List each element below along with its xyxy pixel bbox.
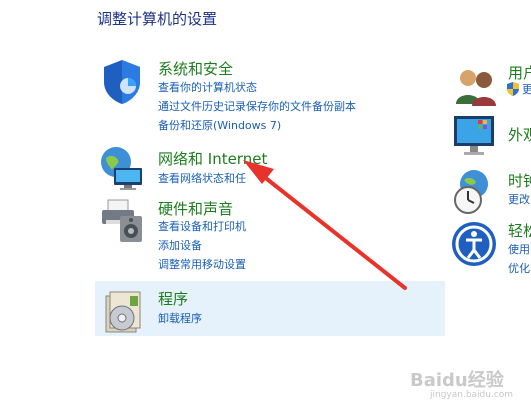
link-mobility-settings[interactable]: 调整常用移动设置 xyxy=(158,255,246,274)
right-link-user[interactable]: 更 xyxy=(522,80,531,99)
network-globe-icon xyxy=(101,147,142,190)
watermark-logo: Baidu经验 xyxy=(410,370,504,391)
category-title-programs[interactable]: 程序 xyxy=(158,288,188,309)
link-file-history[interactable]: 通过文件历史记录保存你的文件备份副本 xyxy=(158,97,356,116)
programs-icon xyxy=(105,291,141,333)
right-title-ease[interactable]: 轻松 xyxy=(508,220,531,241)
category-title-network-internet[interactable]: 网络和 Internet xyxy=(158,148,267,169)
page-title: 调整计算机的设置 xyxy=(97,10,218,28)
clock-globe-icon xyxy=(454,170,488,214)
printer-speaker-icon xyxy=(102,199,142,242)
link-devices-printers[interactable]: 查看设备和打印机 xyxy=(158,217,246,236)
user-accounts-icon xyxy=(456,70,496,106)
category-title-hardware-sound[interactable]: 硬件和声音 xyxy=(158,198,233,219)
right-link-ease-2[interactable]: 优化 xyxy=(508,259,530,278)
link-add-device[interactable]: 添加设备 xyxy=(158,236,202,255)
link-view-network-status[interactable]: 查看网络状态和任 xyxy=(158,169,246,188)
appearance-monitor-icon xyxy=(454,116,494,155)
ease-of-access-icon xyxy=(452,222,496,266)
right-link-clock[interactable]: 更改 xyxy=(508,190,530,209)
link-backup-restore[interactable]: 备份和还原(Windows 7) xyxy=(158,116,281,135)
link-uninstall-program[interactable]: 卸载程序 xyxy=(158,309,202,328)
right-title-appearance[interactable]: 外观 xyxy=(508,124,531,145)
right-link-ease-1[interactable]: 使用 xyxy=(508,240,530,259)
category-title-system-security[interactable]: 系统和安全 xyxy=(158,58,233,79)
right-title-clock[interactable]: 时钟 xyxy=(508,170,531,191)
watermark-url: jingyan.baidu.com xyxy=(430,390,514,400)
shield-icon xyxy=(104,60,140,104)
uac-shield-icon xyxy=(507,82,519,96)
link-view-computer-status[interactable]: 查看你的计算机状态 xyxy=(158,78,257,97)
